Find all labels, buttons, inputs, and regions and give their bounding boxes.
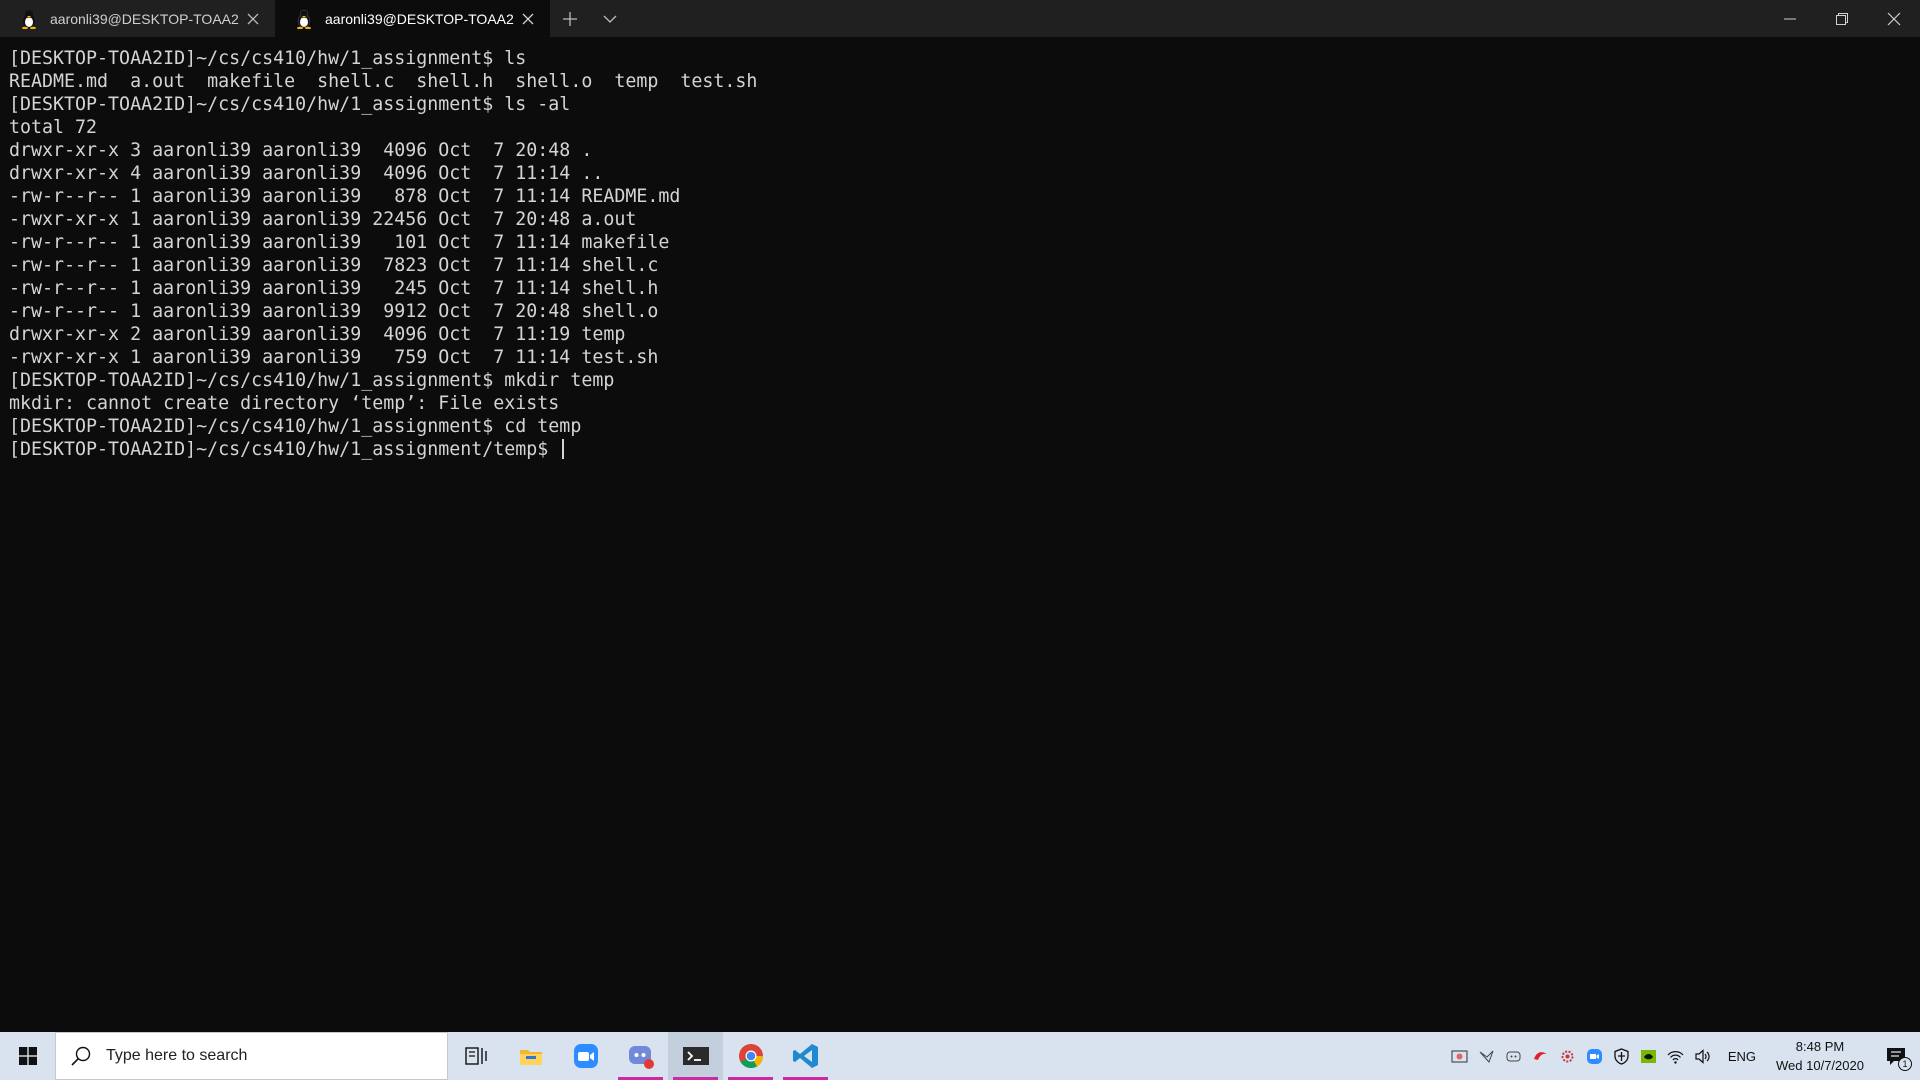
terminal-line: -rwxr-xr-x 1 aaronli39 aaronli39 759 Oct… [9, 347, 659, 368]
task-view-icon [464, 1047, 487, 1065]
minimize-button[interactable] [1764, 0, 1816, 37]
clock-date: Wed 10/7/2020 [1776, 1058, 1864, 1073]
volume-button[interactable] [1689, 1032, 1716, 1080]
tray-icon[interactable] [1500, 1032, 1527, 1080]
terminal-line: mkdir: cannot create directory ‘temp’: F… [9, 393, 560, 414]
terminal-line: [DESKTOP-TOAA2ID]~/cs/cs410/hw/1_assignm… [9, 48, 527, 69]
windows-terminal-button[interactable] [668, 1032, 723, 1080]
taskbar-clock[interactable]: 8:48 PM Wed 10/7/2020 [1768, 1037, 1872, 1075]
terminal-line: drwxr-xr-x 2 aaronli39 aaronli39 4096 Oc… [9, 324, 626, 345]
terminal-line: -rw-r--r-- 1 aaronli39 aaronli39 878 Oct… [9, 186, 681, 207]
wifi-icon [1667, 1050, 1684, 1064]
discord-button[interactable] [613, 1032, 668, 1080]
restore-icon [1836, 12, 1848, 25]
chrome-icon [738, 1044, 763, 1069]
discord-icon [628, 1046, 654, 1069]
tab-dropdown-button[interactable] [590, 0, 630, 37]
terminal-line: README.md a.out makefile shell.c shell.h… [9, 71, 758, 92]
terminal-prompt: [DESKTOP-TOAA2ID]~/cs/cs410/hw/1_assignm… [9, 439, 560, 460]
photos-icon [1451, 1050, 1468, 1062]
terminal-line: drwxr-xr-x 4 aaronli39 aaronli39 4096 Oc… [9, 163, 604, 184]
terminal-output[interactable]: [DESKTOP-TOAA2ID]~/cs/cs410/hw/1_assignm… [0, 37, 1920, 1032]
start-button[interactable] [0, 1032, 55, 1080]
file-explorer-button[interactable] [503, 1032, 558, 1080]
search-placeholder: Type here to search [106, 1047, 248, 1064]
amd-radeon-icon [1533, 1051, 1547, 1060]
tab-2-close-icon[interactable] [514, 5, 542, 33]
terminal-icon [682, 1047, 709, 1065]
tray-icon[interactable] [1527, 1032, 1554, 1080]
search-icon [71, 1046, 91, 1066]
titlebar-drag-area[interactable] [630, 0, 1764, 37]
terminal-line: -rwxr-xr-x 1 aaronli39 aaronli39 22456 O… [9, 209, 637, 230]
new-tab-button[interactable] [550, 0, 590, 37]
tab-1-title: aaronli39@DESKTOP-TOAA2ID: [50, 10, 239, 27]
windows-icon [18, 1047, 37, 1065]
tray-icon[interactable] [1608, 1032, 1635, 1080]
file-explorer-icon [519, 1050, 542, 1065]
terminal-line: [DESKTOP-TOAA2ID]~/cs/cs410/hw/1_assignm… [9, 94, 571, 115]
tab-1-close-icon[interactable] [239, 5, 267, 33]
tab-1[interactable]: aaronli39@DESKTOP-TOAA2ID: [0, 0, 275, 37]
task-view-button[interactable] [448, 1032, 503, 1080]
taskbar: Type here to search ENG 8:48 PM Wed 10/7… [0, 1032, 1920, 1080]
title-bar: aaronli39@DESKTOP-TOAA2ID: aaronli39@DES… [0, 0, 1920, 37]
input-language[interactable]: ENG [1716, 1049, 1768, 1064]
zoom-icon [573, 1044, 598, 1068]
discord-tray-icon [1506, 1051, 1521, 1061]
bird-icon [1479, 1050, 1494, 1063]
vscode-button[interactable] [778, 1032, 833, 1080]
tray-icon[interactable] [1473, 1032, 1500, 1080]
volume-icon [1695, 1048, 1710, 1064]
terminal-line: [DESKTOP-TOAA2ID]~/cs/cs410/hw/1_assignm… [9, 370, 615, 391]
tray-icon[interactable] [1581, 1032, 1608, 1080]
tray-icon[interactable] [1446, 1032, 1473, 1080]
chrome-button[interactable] [723, 1032, 778, 1080]
chevron-down-icon [603, 15, 617, 23]
terminal-cursor [562, 439, 565, 459]
tux-icon [22, 9, 36, 29]
terminal-line: [DESKTOP-TOAA2ID]~/cs/cs410/hw/1_assignm… [9, 416, 582, 437]
minimize-icon [1784, 18, 1796, 19]
terminal-line: -rw-r--r-- 1 aaronli39 aaronli39 245 Oct… [9, 278, 659, 299]
clock-time: 8:48 PM [1795, 1039, 1845, 1054]
close-icon [1887, 12, 1901, 25]
taskbar-search-input[interactable]: Type here to search [55, 1032, 448, 1080]
terminal-line: drwxr-xr-x 3 aaronli39 aaronli39 4096 Oc… [9, 140, 593, 161]
tray-icon[interactable] [1635, 1032, 1662, 1080]
plus-icon [563, 11, 577, 26]
tab-2[interactable]: aaronli39@DESKTOP-TOAA2ID: [275, 0, 550, 37]
zoom-tray-icon [1586, 1048, 1602, 1064]
nvidia-icon [1640, 1049, 1656, 1063]
action-center-button[interactable]: 1 [1872, 1032, 1920, 1080]
vscode-icon [792, 1044, 818, 1068]
tray-icon[interactable] [1554, 1032, 1581, 1080]
terminal-prompt-line[interactable]: [DESKTOP-TOAA2ID]~/cs/cs410/hw/1_assignm… [9, 438, 1920, 461]
system-tray: ENG 8:48 PM Wed 10/7/2020 1 [1446, 1032, 1920, 1080]
terminal-line: -rw-r--r-- 1 aaronli39 aaronli39 101 Oct… [9, 232, 670, 253]
wifi-button[interactable] [1662, 1032, 1689, 1080]
close-window-button[interactable] [1868, 0, 1920, 37]
restore-button[interactable] [1816, 0, 1868, 37]
terminal-line: total 72 [9, 117, 98, 138]
terminal-line: -rw-r--r-- 1 aaronli39 aaronli39 9912 Oc… [9, 301, 659, 322]
terminal-line: -rw-r--r-- 1 aaronli39 aaronli39 7823 Oc… [9, 255, 659, 276]
notification-count-badge: 1 [1898, 1057, 1912, 1071]
tux-icon [297, 9, 311, 29]
shield-icon [1614, 1047, 1629, 1065]
tab-2-title: aaronli39@DESKTOP-TOAA2ID: [325, 10, 514, 27]
settings-gear-icon [1561, 1050, 1574, 1062]
zoom-button[interactable] [558, 1032, 613, 1080]
